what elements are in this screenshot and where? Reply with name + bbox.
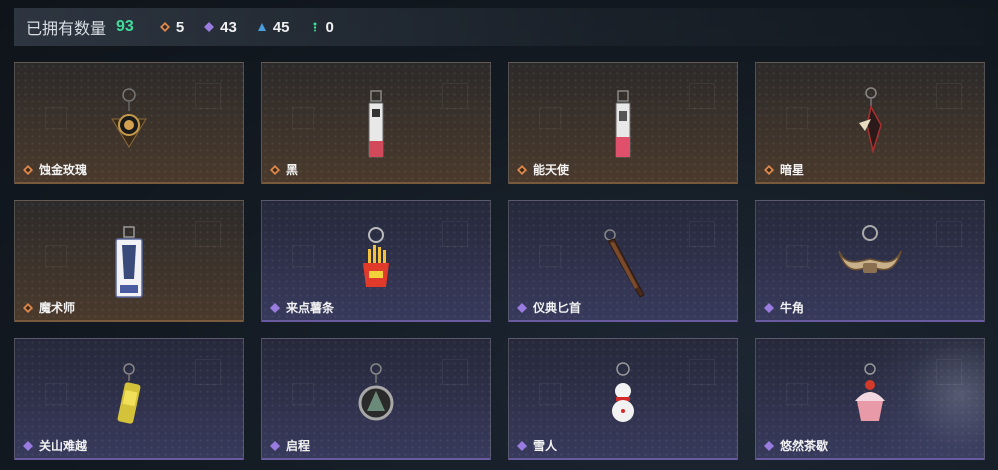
purple-rarity-icon: [764, 440, 774, 451]
snowman-charm-icon: [612, 362, 634, 422]
purple-rarity-icon: [270, 440, 280, 451]
stat-green-value: 0: [325, 18, 334, 36]
gold-rarity-icon: [517, 164, 527, 175]
item-name: 暗星: [780, 163, 805, 177]
item-name: 关山难越: [39, 439, 88, 453]
stat-green: 0: [310, 19, 334, 36]
item-card[interactable]: 仪典匕首: [508, 200, 738, 322]
cupcake-charm-icon: [855, 363, 885, 421]
medallion-charm-icon: [358, 363, 394, 421]
item-card[interactable]: 悠然茶歇: [755, 338, 985, 460]
green-dots-icon: [313, 22, 317, 32]
fries-charm-icon: [363, 227, 389, 287]
item-name: 魔术师: [39, 301, 76, 315]
purple-rarity-icon: [764, 302, 774, 313]
golden-rose-charm-icon: [111, 88, 147, 148]
gold-rarity-icon: [23, 164, 33, 175]
item-name: 牛角: [780, 301, 805, 315]
item-name: 能天使: [533, 163, 570, 177]
magician-card-charm-icon: [115, 226, 143, 298]
item-name: 黑: [286, 163, 299, 177]
item-card[interactable]: 蚀金玫瑰: [14, 62, 244, 184]
gold-diamond-icon: [159, 22, 170, 32]
tag-charm-icon: [368, 90, 384, 158]
item-name: 启程: [286, 439, 311, 453]
owned-count-value: 93: [116, 18, 134, 35]
stat-purple-value: 43: [220, 18, 237, 36]
item-name: 悠然茶歇: [780, 439, 829, 453]
item-name: 蚀金玫瑰: [39, 163, 88, 177]
item-name: 仪典匕首: [533, 301, 582, 315]
inventory-summary-bar: 已拥有数量 93 5 43 45 0: [14, 8, 984, 46]
item-name: 雪人: [533, 439, 558, 453]
item-card[interactable]: 能天使: [508, 62, 738, 184]
dark-star-charm-icon: [859, 87, 882, 154]
gold-rarity-icon: [23, 302, 33, 313]
purple-rarity-icon: [23, 440, 33, 451]
stat-gold: 5: [159, 18, 185, 36]
blue-triangle-icon: [257, 23, 266, 31]
item-card[interactable]: 启程: [261, 338, 491, 460]
owned-count-label: 已拥有数量: [26, 19, 107, 38]
purple-rarity-icon: [270, 302, 280, 313]
purple-rarity-icon: [517, 440, 527, 451]
item-card[interactable]: 暗星: [755, 62, 985, 184]
purple-rarity-icon: [517, 302, 527, 313]
tag-charm-icon: [615, 90, 631, 158]
item-card[interactable]: 雪人: [508, 338, 738, 460]
item-card[interactable]: 来点薯条: [261, 200, 491, 322]
purple-diamond-icon: [204, 22, 215, 32]
item-card[interactable]: 牛角: [755, 200, 985, 322]
item-card[interactable]: 魔术师: [14, 200, 244, 322]
can-charm-icon: [117, 363, 141, 424]
item-card[interactable]: 黑: [261, 62, 491, 184]
stat-blue: 45: [257, 19, 290, 36]
item-card[interactable]: 关山难越: [14, 338, 244, 460]
item-name: 来点薯条: [286, 301, 335, 315]
dagger-charm-icon: [604, 229, 645, 298]
gold-rarity-icon: [270, 164, 280, 175]
stat-blue-value: 45: [272, 18, 290, 36]
stat-purple: 43: [204, 19, 237, 36]
gold-rarity-icon: [764, 164, 774, 175]
stat-gold-value: 5: [175, 18, 185, 36]
bull-horn-charm-icon: [838, 225, 902, 273]
